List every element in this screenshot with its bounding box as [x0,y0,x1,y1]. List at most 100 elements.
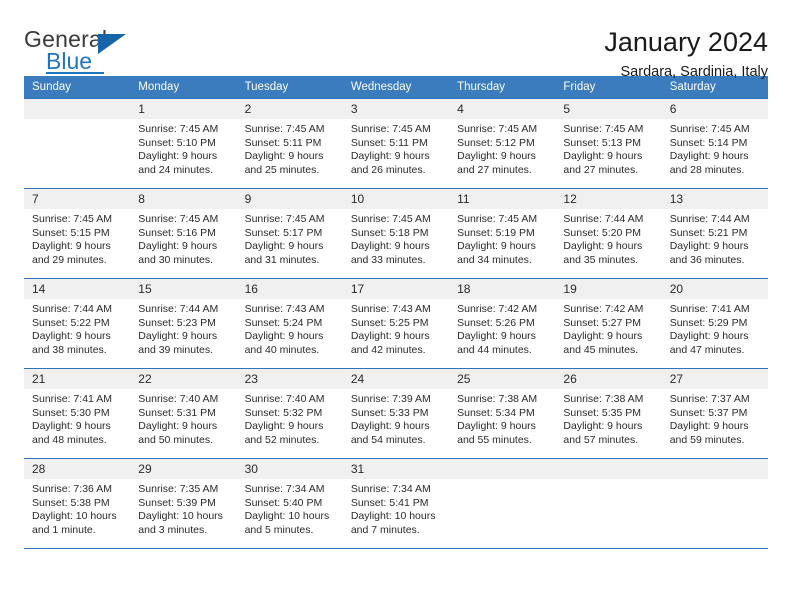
sunrise-text: Sunrise: 7:43 AM [350,303,431,315]
calendar-day-cell[interactable]: 20 Sunrise: 7:41 AM Sunset: 5:29 PM Dayligh… [661,278,768,369]
day-number: 20 [661,279,768,299]
calendar-day-cell[interactable]: 19 Sunrise: 7:42 AM Sunset: 5:27 PM Dayligh… [555,278,662,369]
daylight-text-line1: Daylight: 10 hours [350,510,436,523]
daylight-text-line2: and 52 minutes. [244,433,320,446]
calendar-week-row: 7 Sunrise: 7:45 AM Sunset: 5:15 PM Daylight… [24,188,768,279]
daylight-text-line2: and 26 minutes. [350,163,426,176]
calendar-body: 1 Sunrise: 7:45 AM Sunset: 5:10 PM Daylight… [24,98,768,549]
day-sun-info: Sunrise: 7:43 AM Sunset: 5:25 PM Daylight:… [343,299,449,357]
sunrise-text: Sunrise: 7:42 AM [457,303,538,315]
day-sun-info: Sunrise: 7:38 AM Sunset: 5:35 PM Daylight:… [555,389,661,447]
general-blue-logo[interactable]: General Blue [24,26,144,74]
sunset-text: Sunset: 5:29 PM [669,316,748,329]
day-sun-info: Sunrise: 7:45 AM Sunset: 5:13 PM Daylight:… [555,119,661,177]
weekday-header-tuesday: Tuesday [236,76,343,99]
calendar-day-cell[interactable]: 30 Sunrise: 7:34 AM Sunset: 5:40 PM Dayligh… [236,458,343,549]
calendar-day-cell[interactable]: 29 Sunrise: 7:35 AM Sunset: 5:39 PM Dayligh… [130,458,237,549]
page-title: January 2024 [604,27,768,57]
calendar-day-cell[interactable]: 8 Sunrise: 7:45 AM Sunset: 5:16 PM Daylight… [130,188,237,279]
day-number: 16 [236,279,343,299]
sunset-text: Sunset: 5:26 PM [457,316,535,329]
calendar-day-cell[interactable]: 11 Sunrise: 7:45 AM Sunset: 5:19 PM Dayligh… [449,188,556,279]
sunset-text: Sunset: 5:30 PM [32,406,110,419]
calendar-day-cell[interactable]: 9 Sunrise: 7:45 AM Sunset: 5:17 PM Daylight… [236,188,343,279]
day-sun-info: Sunrise: 7:39 AM Sunset: 5:33 PM Daylight:… [343,389,449,447]
daylight-text-line1: Daylight: 9 hours [244,420,324,433]
day-sun-info: Sunrise: 7:43 AM Sunset: 5:24 PM Daylight:… [237,299,343,357]
daylight-text-line2: and 44 minutes. [457,343,532,356]
sunset-text: Sunset: 5:11 PM [350,136,428,149]
calendar-day-cell[interactable]: 15 Sunrise: 7:44 AM Sunset: 5:23 PM Dayligh… [130,278,237,369]
day-sun-info: Sunrise: 7:40 AM Sunset: 5:32 PM Daylight:… [237,389,343,447]
day-sun-info: Sunrise: 7:42 AM Sunset: 5:26 PM Daylight:… [449,299,555,357]
day-sun-info: Sunrise: 7:37 AM Sunset: 5:37 PM Daylight:… [662,389,768,447]
sunrise-text: Sunrise: 7:45 AM [244,123,325,135]
calendar-day-cell[interactable]: 2 Sunrise: 7:45 AM Sunset: 5:11 PM Daylight… [236,98,343,189]
daylight-text-line2: and 5 minutes. [244,523,314,536]
sunrise-text: Sunrise: 7:43 AM [244,303,325,315]
sunset-text: Sunset: 5:40 PM [244,496,323,509]
day-number: 8 [130,189,237,209]
sunset-text: Sunset: 5:37 PM [669,406,748,419]
day-sun-info: Sunrise: 7:34 AM Sunset: 5:40 PM Daylight:… [237,479,343,537]
sunset-text: Sunset: 5:15 PM [32,226,110,239]
calendar-day-cell[interactable]: 27 Sunrise: 7:37 AM Sunset: 5:37 PM Dayligh… [661,368,768,459]
calendar-day-cell[interactable]: 26 Sunrise: 7:38 AM Sunset: 5:35 PM Dayligh… [555,368,662,459]
day-sun-info: Sunrise: 7:45 AM Sunset: 5:11 PM Daylight:… [237,119,343,177]
calendar-day-cell[interactable]: 5 Sunrise: 7:45 AM Sunset: 5:13 PM Daylight… [555,98,662,189]
day-number: 5 [555,99,662,119]
sunset-text: Sunset: 5:33 PM [350,406,429,419]
daylight-text-line1: Daylight: 9 hours [563,240,643,253]
sunset-text: Sunset: 5:14 PM [669,136,748,149]
sunrise-text: Sunrise: 7:36 AM [32,483,112,495]
calendar-day-cell[interactable]: 7 Sunrise: 7:45 AM Sunset: 5:15 PM Daylight… [24,188,131,279]
calendar-day-cell[interactable]: 1 Sunrise: 7:45 AM Sunset: 5:10 PM Daylight… [130,98,237,189]
sunset-text: Sunset: 5:12 PM [457,136,535,149]
sunset-text: Sunset: 5:22 PM [32,316,110,329]
title-block: January 2024 Sardara, Sardinia, Italy [604,26,768,83]
weekday-header-monday: Monday [130,76,237,99]
calendar-week-row: 21 Sunrise: 7:41 AM Sunset: 5:30 PM Dayligh… [24,368,768,459]
calendar-day-cell[interactable]: 3 Sunrise: 7:45 AM Sunset: 5:11 PM Daylight… [342,98,450,189]
calendar-day-cell[interactable]: 17 Sunrise: 7:43 AM Sunset: 5:25 PM Dayligh… [342,278,450,369]
sunrise-text: Sunrise: 7:45 AM [457,213,538,225]
sunrise-text: Sunrise: 7:45 AM [457,123,538,135]
calendar-day-cell[interactable]: 25 Sunrise: 7:38 AM Sunset: 5:34 PM Dayligh… [449,368,556,459]
sunrise-text: Sunrise: 7:42 AM [563,303,644,315]
sunrise-text: Sunrise: 7:44 AM [138,303,219,315]
calendar-day-cell[interactable]: 13 Sunrise: 7:44 AM Sunset: 5:21 PM Dayligh… [661,188,768,279]
calendar-day-cell[interactable]: 23 Sunrise: 7:40 AM Sunset: 5:32 PM Dayligh… [236,368,343,459]
daylight-text-line2: and 47 minutes. [669,343,745,356]
calendar-day-cell[interactable]: 28 Sunrise: 7:36 AM Sunset: 5:38 PM Dayligh… [24,458,131,549]
calendar-day-cell[interactable]: 6 Sunrise: 7:45 AM Sunset: 5:14 PM Daylight… [661,98,768,189]
day-number: 2 [236,99,343,119]
calendar-day-cell[interactable]: 14 Sunrise: 7:44 AM Sunset: 5:22 PM Dayligh… [24,278,131,369]
calendar-day-cell[interactable]: 12 Sunrise: 7:44 AM Sunset: 5:20 PM Dayligh… [555,188,662,279]
calendar-day-cell[interactable]: 16 Sunrise: 7:43 AM Sunset: 5:24 PM Dayligh… [236,278,343,369]
calendar-day-cell[interactable]: 22 Sunrise: 7:40 AM Sunset: 5:31 PM Dayligh… [130,368,237,459]
calendar-day-cell-empty [449,458,556,549]
day-number [555,459,662,479]
daylight-text-line2: and 34 minutes. [457,253,532,266]
sunset-text: Sunset: 5:17 PM [244,226,323,239]
sunrise-text: Sunrise: 7:44 AM [563,213,644,225]
day-number: 18 [449,279,556,299]
sunrise-text: Sunrise: 7:45 AM [244,213,325,225]
calendar-day-cell[interactable]: 31 Sunrise: 7:34 AM Sunset: 5:41 PM Dayligh… [342,458,450,549]
calendar-day-cell[interactable]: 10 Sunrise: 7:45 AM Sunset: 5:18 PM Dayligh… [342,188,450,279]
daylight-text-line2: and 54 minutes. [350,433,426,446]
sunrise-text: Sunrise: 7:45 AM [350,213,431,225]
sunset-text: Sunset: 5:13 PM [563,136,642,149]
daylight-text-line2: and 55 minutes. [457,433,532,446]
daylight-text-line1: Daylight: 9 hours [350,150,430,163]
calendar-day-cell[interactable]: 4 Sunrise: 7:45 AM Sunset: 5:12 PM Daylight… [449,98,556,189]
calendar-day-cell[interactable]: 24 Sunrise: 7:39 AM Sunset: 5:33 PM Dayligh… [342,368,450,459]
daylight-text-line1: Daylight: 9 hours [669,420,749,433]
day-number: 21 [24,369,131,389]
weekday-header-sunday: Sunday [24,76,131,99]
calendar-day-cell[interactable]: 21 Sunrise: 7:41 AM Sunset: 5:30 PM Dayligh… [24,368,131,459]
day-number: 17 [342,279,450,299]
daylight-text-line1: Daylight: 9 hours [138,330,218,343]
calendar-day-cell[interactable]: 18 Sunrise: 7:42 AM Sunset: 5:26 PM Dayligh… [449,278,556,369]
daylight-text-line1: Daylight: 9 hours [669,150,749,163]
